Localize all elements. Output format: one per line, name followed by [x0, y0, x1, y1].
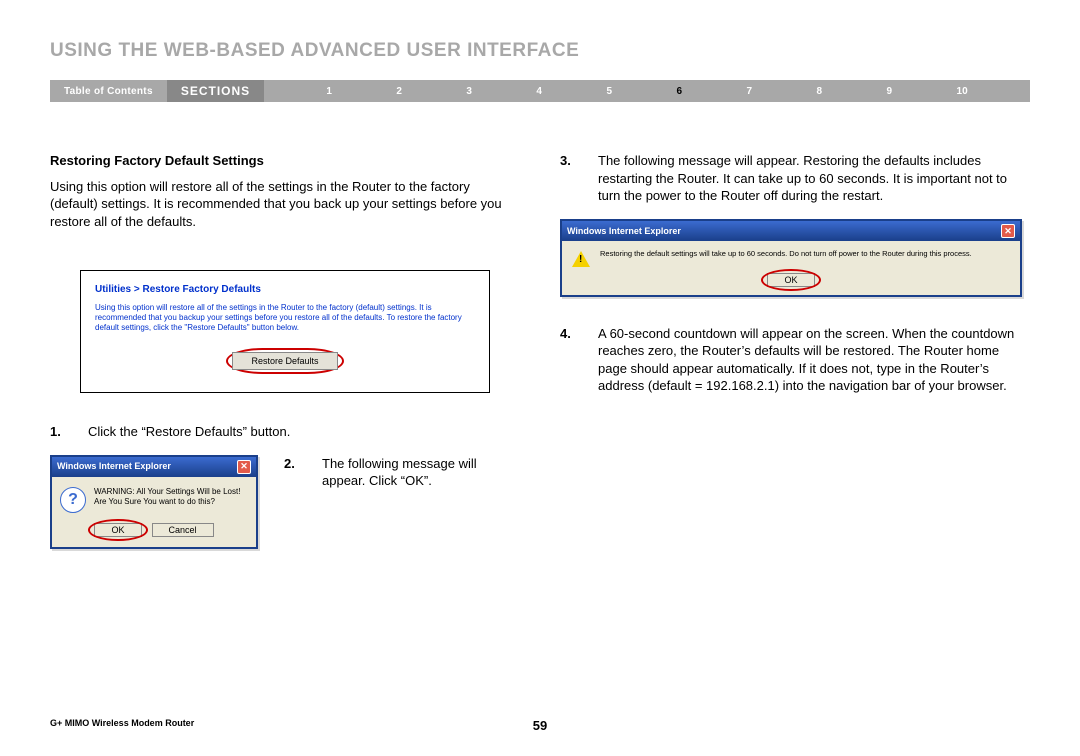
dialog2-message: Restoring the default settings will take…: [600, 249, 972, 259]
dialog2-title-text: Windows Internet Explorer: [567, 225, 681, 237]
step-3-number: 3.: [560, 152, 578, 205]
ok-button[interactable]: OK: [767, 273, 814, 287]
subheading: Restoring Factory Default Settings: [50, 152, 520, 170]
section-link-1[interactable]: 1: [326, 86, 332, 97]
step-2-number: 2.: [284, 455, 302, 490]
utilities-screenshot: Utilities > Restore Factory Defaults Usi…: [80, 270, 490, 393]
ok-button[interactable]: OK: [94, 523, 141, 537]
step-4-text: A 60-second countdown will appear on the…: [598, 325, 1030, 395]
utilities-breadcrumb: Utilities > Restore Factory Defaults: [95, 283, 475, 297]
dialog2-titlebar: Windows Internet Explorer ✕: [562, 221, 1020, 241]
product-name: G+ MIMO Wireless Modem Router: [50, 718, 194, 728]
intro-paragraph: Using this option will restore all of th…: [50, 178, 520, 231]
step-1-text: Click the “Restore Defaults” button.: [88, 423, 290, 441]
section-number-list: 1 2 3 4 5 6 7 8 9 10: [264, 86, 1030, 97]
question-icon: ?: [60, 487, 86, 513]
step-2-text: The following message will appear. Click…: [322, 455, 520, 490]
section-link-6[interactable]: 6: [676, 86, 682, 97]
cancel-button[interactable]: Cancel: [152, 523, 214, 537]
close-icon[interactable]: ✕: [237, 460, 251, 474]
section-link-8[interactable]: 8: [816, 86, 822, 97]
step-4-number: 4.: [560, 325, 578, 395]
sections-label: SECTIONS: [167, 80, 264, 102]
page-footer: G+ MIMO Wireless Modem Router 59: [50, 718, 1030, 728]
content-columns: Restoring Factory Default Settings Using…: [50, 152, 1030, 549]
dialog-message: WARNING: All Your Settings Will be Lost!…: [94, 487, 248, 513]
section-link-3[interactable]: 3: [466, 86, 472, 97]
utilities-description: Using this option will restore all of th…: [95, 303, 475, 334]
page-title: USING THE WEB-BASED ADVANCED USER INTERF…: [50, 40, 1030, 62]
toc-link[interactable]: Table of Contents: [50, 86, 167, 97]
warning-dialog: Windows Internet Explorer ✕ ? WARNING: A…: [50, 455, 258, 549]
restore-defaults-highlight: Restore Defaults: [226, 348, 343, 374]
section-link-7[interactable]: 7: [746, 86, 752, 97]
left-column: Restoring Factory Default Settings Using…: [50, 152, 520, 549]
restoring-dialog: Windows Internet Explorer ✕ Restoring th…: [560, 219, 1022, 297]
warning-icon: [572, 251, 590, 267]
sections-nav-bar: Table of Contents SECTIONS 1 2 3 4 5 6 7…: [50, 80, 1030, 102]
step-4: 4. A 60-second countdown will appear on …: [560, 325, 1030, 395]
page-number: 59: [533, 718, 547, 733]
section-link-4[interactable]: 4: [536, 86, 542, 97]
step-3: 3. The following message will appear. Re…: [560, 152, 1030, 205]
right-column: 3. The following message will appear. Re…: [560, 152, 1030, 549]
step-3-text: The following message will appear. Resto…: [598, 152, 1030, 205]
close-icon[interactable]: ✕: [1001, 224, 1015, 238]
step-1: 1. Click the “Restore Defaults” button.: [50, 423, 520, 441]
section-link-2[interactable]: 2: [396, 86, 402, 97]
section-link-10[interactable]: 10: [957, 86, 968, 97]
section-link-5[interactable]: 5: [606, 86, 612, 97]
section-link-9[interactable]: 9: [887, 86, 893, 97]
restore-defaults-button[interactable]: Restore Defaults: [232, 352, 337, 370]
dialog-title-text: Windows Internet Explorer: [57, 460, 171, 472]
step-1-number: 1.: [50, 423, 68, 441]
dialog-titlebar: Windows Internet Explorer ✕: [52, 457, 256, 477]
